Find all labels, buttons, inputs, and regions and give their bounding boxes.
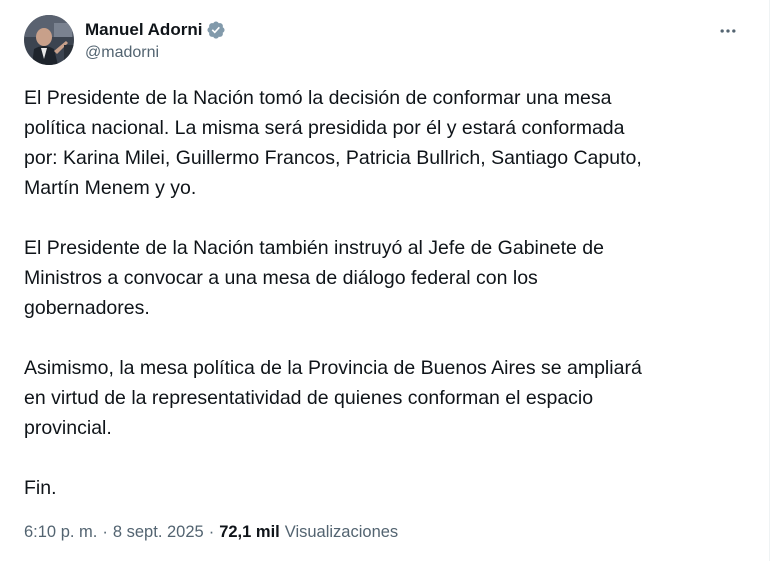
author-name[interactable]: Manuel Adorni [85,20,202,40]
tweet-line: en virtud de la representatividad de qui… [24,387,594,409]
name-row: Manuel Adorni [85,19,226,41]
tweet-line: política nacional. La misma será presidi… [24,117,625,139]
meta-separator: · [208,523,215,541]
verified-badge-icon[interactable] [206,20,226,40]
more-horizontal-icon[interactable] [711,20,745,42]
views-label[interactable]: Visualizaciones [285,523,398,542]
tweet-paragraph: Fin. [24,473,734,503]
avatar[interactable] [24,15,74,65]
tweet-card: Manuel Adorni @madorni El Presidente de … [0,0,770,561]
tweet-paragraph: Asimismo, la mesa política de la Provinc… [24,353,734,443]
timestamp-date[interactable]: 8 sept. 2025 [113,523,204,542]
tweet-line: Martín Menem y yo. [24,177,197,199]
avatar-image [24,15,74,65]
tweet-line: gobernadores. [24,297,150,319]
tweet-line: Fin. [24,477,57,499]
tweet-paragraph: El Presidente de la Nación también instr… [24,233,734,323]
tweet-line: Asimismo, la mesa política de la Provinc… [24,357,642,379]
tweet-paragraph: El Presidente de la Nación tomó la decis… [24,83,734,203]
tweet-line: El Presidente de la Nación tomó la decis… [24,87,612,109]
tweet-header: Manuel Adorni @madorni [24,14,745,66]
author-identity: Manuel Adorni @madorni [85,19,226,62]
views-count[interactable]: 72,1 mil [219,523,280,542]
tweet-text: El Presidente de la Nación tomó la decis… [24,83,734,533]
tweet-metadata: 6:10 p. m. · 8 sept. 2025 · 72,1 mil Vis… [24,523,398,542]
tweet-line: por: Karina Milei, Guillermo Francos, Pa… [24,147,642,169]
timestamp-time[interactable]: 6:10 p. m. [24,523,97,542]
tweet-line: El Presidente de la Nación también instr… [24,237,604,259]
tweet-line: provincial. [24,417,112,439]
author-handle[interactable]: @madorni [85,44,226,62]
meta-separator: · [102,523,108,541]
tweet-line: Ministros a convocar a una mesa de diálo… [24,267,538,289]
